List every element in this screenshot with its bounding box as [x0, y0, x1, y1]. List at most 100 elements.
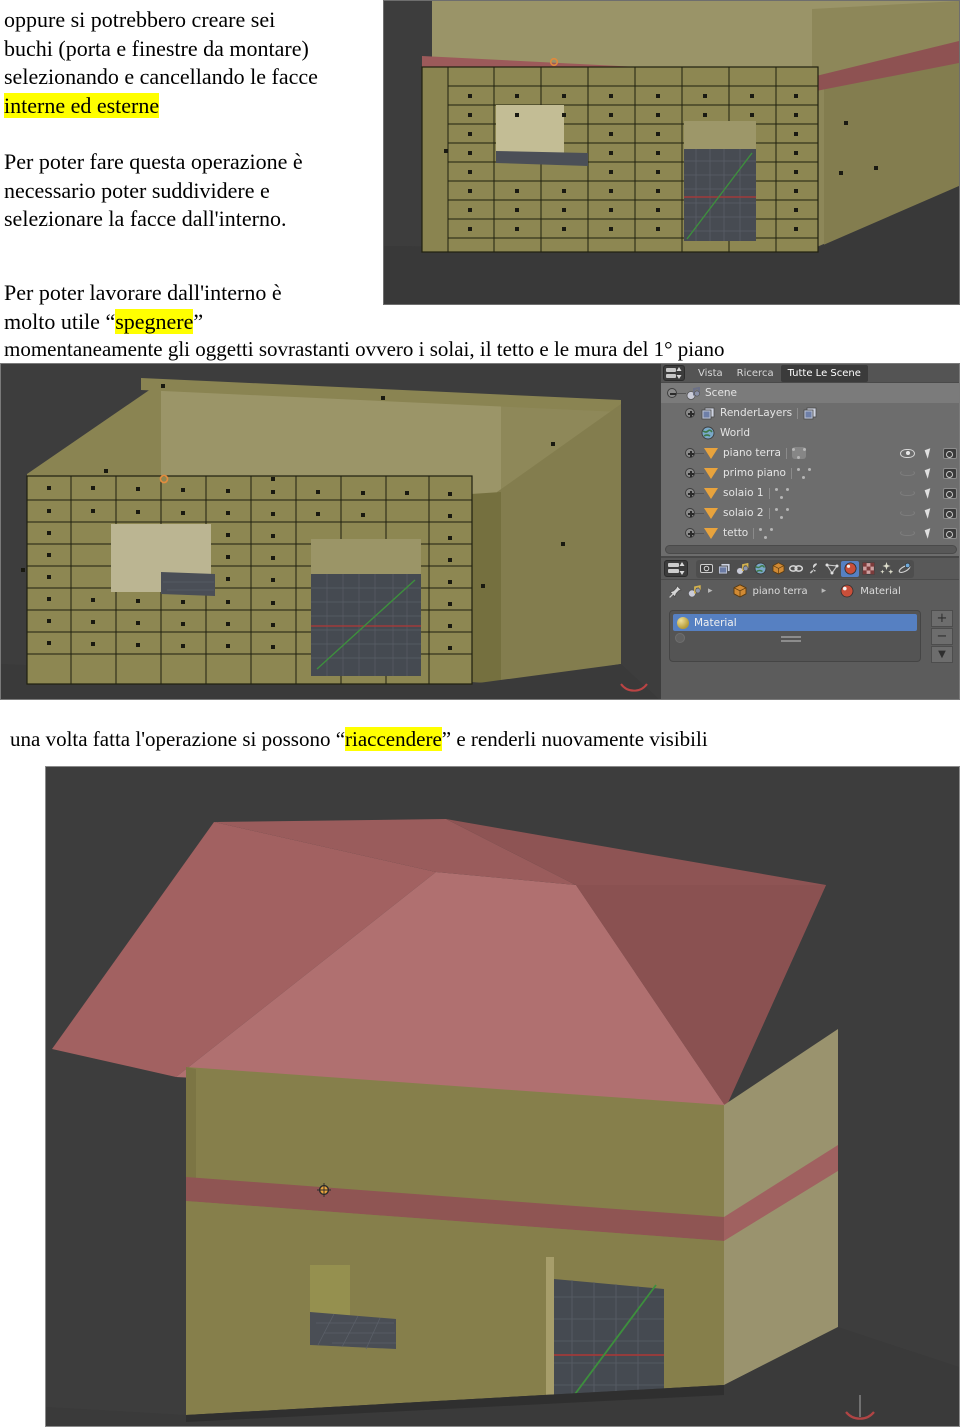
- restrict-select-icon[interactable]: [924, 447, 934, 459]
- mesh-data-icon[interactable]: [774, 487, 789, 499]
- restrict-view-icon[interactable]: [900, 448, 915, 458]
- paragraph-4: momentaneamente gli oggetti sovrastanti …: [4, 337, 725, 361]
- mesh-data-icon[interactable]: [797, 467, 811, 479]
- tab-physics[interactable]: [895, 561, 913, 577]
- paragraph-5: una volta fatta l'operazione si possono …: [10, 726, 960, 753]
- remove-slot-button[interactable]: −: [931, 628, 953, 645]
- viewport-3d-top[interactable]: [384, 1, 959, 304]
- expand-collapse-icon[interactable]: [685, 528, 695, 538]
- outliner-editor: Vista Ricerca Tutte Le Scene Scene Rende…: [661, 364, 959, 556]
- paragraph-2: Per poter fare questa operazione è neces…: [4, 148, 382, 234]
- outliner-display-mode-icon[interactable]: [663, 365, 685, 381]
- paragraph-2-line-3: selezionare la facce dall'interno.: [4, 206, 287, 232]
- paragraph-1-line-1: oppure si potrebbero creare sei: [4, 7, 276, 32]
- mesh-object-icon: [704, 467, 718, 479]
- restrict-render-icon[interactable]: [943, 527, 957, 539]
- material-ball-icon: [840, 584, 854, 598]
- material-slot-footer: [673, 631, 917, 645]
- restrict-render-icon[interactable]: [943, 447, 957, 459]
- add-slot-button[interactable]: +: [931, 610, 953, 627]
- room-edit-mode-render: [1, 364, 661, 699]
- outliner-row-scene[interactable]: Scene: [661, 383, 959, 403]
- mesh-object-icon: [704, 507, 718, 519]
- tab-material[interactable]: [841, 560, 859, 577]
- outliner-row-solaio-1[interactable]: solaio 1: [661, 483, 959, 503]
- right-panel-column: Vista Ricerca Tutte Le Scene Scene Rende…: [661, 364, 959, 699]
- add-material-icon[interactable]: [675, 633, 685, 643]
- restrict-view-icon[interactable]: [900, 490, 915, 496]
- tab-render[interactable]: [697, 561, 715, 577]
- screenshot-full-house: [45, 766, 960, 1427]
- tab-constraints[interactable]: [787, 561, 805, 577]
- restrict-view-icon[interactable]: [900, 510, 915, 516]
- tab-modifiers[interactable]: [805, 561, 823, 577]
- tab-render-layers[interactable]: [715, 561, 733, 577]
- paragraph-1: oppure si potrebbero creare sei buchi (p…: [4, 6, 382, 120]
- expand-collapse-icon[interactable]: [685, 508, 695, 518]
- expand-collapse-icon[interactable]: [685, 408, 695, 418]
- material-slot-buttons: + − ▼: [931, 610, 953, 664]
- mesh-data-icon[interactable]: [759, 527, 774, 539]
- outliner-menu-ricerca[interactable]: Ricerca: [730, 364, 781, 383]
- paragraph-1-highlight: interne ed esterne: [4, 92, 160, 118]
- grab-handle-icon[interactable]: [781, 636, 801, 638]
- pin-icon[interactable]: [669, 584, 682, 598]
- outliner-menu-vista[interactable]: Vista: [691, 364, 730, 383]
- tab-object[interactable]: [769, 561, 787, 577]
- breadcrumb-chevron-icon: ▸: [821, 586, 827, 596]
- viewport-3d-middle[interactable]: [1, 364, 661, 699]
- outliner-label: solaio 2: [723, 507, 764, 519]
- house-render: [46, 767, 959, 1426]
- material-slot-row[interactable]: Material: [673, 614, 917, 631]
- restrict-render-icon[interactable]: [943, 487, 957, 499]
- breadcrumb-chevron-icon: ▸: [708, 586, 713, 596]
- paragraph-3-prefix: molto utile “: [4, 308, 116, 334]
- paragraph-5-suffix: ” e renderli nuovamente visibili: [441, 727, 708, 751]
- tab-scene[interactable]: [733, 561, 751, 577]
- divider: [768, 487, 770, 499]
- restrict-render-icon[interactable]: [943, 507, 957, 519]
- material-slot-label: Material: [694, 616, 737, 629]
- outliner-row-piano-terra[interactable]: piano terra: [661, 443, 959, 463]
- restrict-select-icon[interactable]: [924, 487, 934, 499]
- restrict-select-icon[interactable]: [924, 527, 934, 539]
- outliner-menu-tutte-le-scene[interactable]: Tutte Le Scene: [780, 364, 868, 382]
- tree-line: [695, 472, 704, 474]
- editor-type-icon[interactable]: [664, 560, 688, 577]
- expand-collapse-icon[interactable]: [685, 448, 695, 458]
- outliner-row-tetto[interactable]: tetto: [661, 523, 959, 543]
- paragraph-3: Per poter lavorare dall'interno è molto …: [4, 279, 394, 336]
- material-preview-icon: [677, 616, 689, 629]
- paragraph-5-prefix: una volta fatta l'operazione si possono …: [10, 727, 346, 751]
- restrict-view-icon[interactable]: [900, 530, 915, 536]
- renderlayers-data-icon[interactable]: [803, 407, 818, 420]
- expand-collapse-icon[interactable]: [667, 388, 677, 398]
- paragraph-2-line-1: Per poter fare questa operazione è: [4, 149, 303, 174]
- tab-object-data[interactable]: [823, 561, 841, 577]
- outliner-row-primo-piano[interactable]: primo piano: [661, 463, 959, 483]
- scene-icon[interactable]: [688, 584, 702, 598]
- restrict-select-icon[interactable]: [924, 467, 934, 479]
- viewport-3d-bottom[interactable]: [46, 767, 959, 1426]
- outliner-scrollbar[interactable]: [665, 545, 957, 554]
- tab-particles[interactable]: [877, 561, 895, 577]
- outliner-label: primo piano: [723, 467, 786, 479]
- outliner-row-world[interactable]: World: [661, 423, 959, 443]
- tree-line: [695, 452, 704, 454]
- mesh-object-icon: [704, 487, 718, 499]
- expand-collapse-icon[interactable]: [685, 468, 695, 478]
- mesh-data-icon[interactable]: [791, 447, 806, 459]
- tab-texture[interactable]: [859, 561, 877, 577]
- paragraph-3-line-1: Per poter lavorare dall'interno è: [4, 280, 282, 305]
- outliner-row-solaio-2[interactable]: solaio 2: [661, 503, 959, 523]
- tab-world[interactable]: [751, 561, 769, 577]
- restrict-select-icon[interactable]: [924, 507, 934, 519]
- restrict-view-icon[interactable]: [900, 470, 915, 476]
- slot-specials-button[interactable]: ▼: [931, 646, 953, 663]
- expand-collapse-icon[interactable]: [685, 488, 695, 498]
- mesh-object-icon: [704, 527, 718, 539]
- restrict-render-icon[interactable]: [943, 467, 957, 479]
- outliner-row-renderlayers[interactable]: RenderLayers: [661, 403, 959, 423]
- mesh-data-icon[interactable]: [774, 507, 789, 519]
- breadcrumb-material-label: Material: [860, 585, 901, 597]
